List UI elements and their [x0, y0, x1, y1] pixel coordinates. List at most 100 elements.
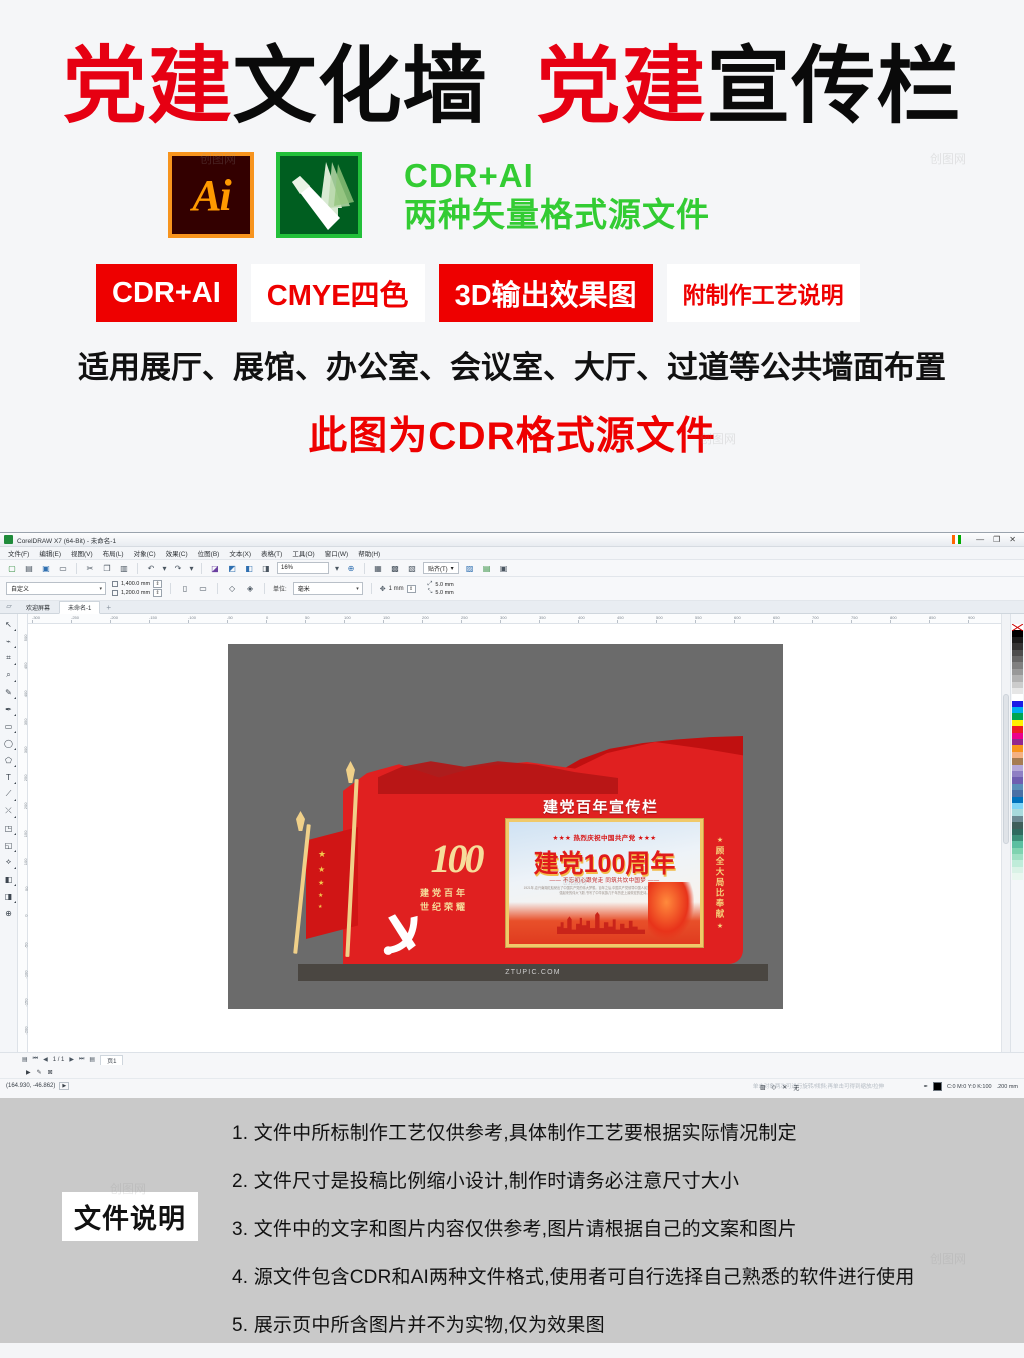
options-icon[interactable]: ▨: [464, 562, 476, 574]
freehand-tool-icon[interactable]: ✎: [2, 685, 16, 699]
add-tab-button[interactable]: +: [100, 603, 117, 612]
redo-icon[interactable]: ↷: [172, 562, 184, 574]
menu-file[interactable]: 文件(F): [8, 548, 29, 558]
save-document-icon[interactable]: ▣: [40, 562, 52, 574]
menu-object[interactable]: 对象(C): [134, 548, 156, 558]
rectangle-tool-icon[interactable]: ▭: [2, 719, 16, 733]
color-swatch[interactable]: [1012, 873, 1023, 880]
width-stepper-icon[interactable]: ⇕: [153, 580, 163, 588]
duplicate-x-row[interactable]: ⤢ 5.0 mm: [428, 581, 454, 588]
close-button[interactable]: ✕: [1009, 535, 1016, 544]
shape-tool-icon[interactable]: ⌁: [2, 634, 16, 648]
publish-pdf-icon[interactable]: ◧: [243, 562, 255, 574]
menu-bitmaps[interactable]: 位图(B): [198, 548, 220, 558]
paste-icon[interactable]: ▥: [118, 562, 130, 574]
menu-view[interactable]: 视图(V): [71, 548, 93, 558]
undo-icon[interactable]: ↶: [145, 562, 157, 574]
page-add-end-icon[interactable]: ▤: [89, 1056, 95, 1063]
print-icon[interactable]: ▭: [57, 562, 69, 574]
coordinate-expand-icon[interactable]: ▶: [59, 1081, 70, 1090]
ellipse-tool-icon[interactable]: ◯: [2, 736, 16, 750]
scrollbar-thumb[interactable]: [1003, 694, 1009, 844]
menu-text[interactable]: 文本(X): [229, 548, 251, 558]
export-icon[interactable]: ◩: [226, 562, 238, 574]
polygon-tool-icon[interactable]: ⬠: [2, 753, 16, 767]
vertical-ruler[interactable]: 500 450 400 350 300 250 200 150 100 50 0 -50 -100 -15…: [18, 614, 29, 1063]
previous-page-icon[interactable]: ◀: [43, 1056, 48, 1063]
artistic-media-tool-icon[interactable]: ✒: [2, 702, 16, 716]
page-preset-dropdown[interactable]: 自定义 ▾: [6, 582, 106, 595]
page-navigator[interactable]: ▤ ⏮ ◀ 1 / 1 ▶ ⏭ ▤ 页1: [0, 1053, 1024, 1066]
all-pages-icon[interactable]: ◇: [226, 583, 238, 595]
import-icon[interactable]: ◪: [209, 562, 221, 574]
page-add-icon[interactable]: ▤: [22, 1056, 28, 1063]
straight-line-connector-tool-icon[interactable]: ⤫: [2, 804, 16, 818]
drop-shadow-tool-icon[interactable]: ◳: [2, 821, 16, 835]
transparency-tool-icon[interactable]: ◱: [2, 838, 16, 852]
last-page-icon[interactable]: ⏭: [79, 1056, 84, 1063]
menu-help[interactable]: 帮助(H): [358, 548, 380, 558]
document-tab-bar[interactable]: ▱ 欢迎屏幕 未命名-1 +: [0, 600, 1024, 614]
restore-button[interactable]: ❐: [993, 535, 1000, 544]
standard-toolbar[interactable]: ▢ ▤ ▣ ▭ ✂ ❐ ▥ ↶ ▾ ↷ ▾ ◪ ◩ ◧ ◨ 16% ▾ ⊕ ▦ …: [0, 560, 1024, 577]
color-styles-icon[interactable]: ▣: [498, 562, 510, 574]
pick-tool-icon[interactable]: ↖: [2, 617, 16, 631]
drawing-canvas[interactable]: ★ ★ ★ ★ ★ 建党百年宣传栏 ★: [28, 624, 1001, 1062]
landscape-orientation-icon[interactable]: ▭: [197, 583, 209, 595]
tab-untitled-1[interactable]: 未命名-1: [59, 600, 101, 614]
next-page-icon[interactable]: ▶: [69, 1056, 74, 1063]
zoom-tool-icon[interactable]: ⌕: [2, 668, 16, 682]
minimize-button[interactable]: —: [976, 535, 984, 544]
open-document-icon[interactable]: ▤: [23, 562, 35, 574]
cut-icon[interactable]: ✂: [84, 562, 96, 574]
text-tool-icon[interactable]: T: [2, 770, 16, 784]
show-grid-icon[interactable]: ▩: [389, 562, 401, 574]
smart-fill-tool-icon[interactable]: ◨: [2, 889, 16, 903]
redo-dropdown-icon[interactable]: ▾: [189, 562, 194, 574]
show-rulers-icon[interactable]: ▦: [372, 562, 384, 574]
window-controls[interactable]: — ❐ ✕: [952, 535, 1020, 544]
zoom-dropdown-icon[interactable]: ▾: [334, 562, 340, 574]
menu-table[interactable]: 表格(T): [261, 548, 282, 558]
first-page-icon[interactable]: ⏮: [33, 1056, 38, 1063]
nudge-stepper-icon[interactable]: ⇕: [406, 584, 416, 593]
full-screen-preview-icon[interactable]: ⊕: [345, 562, 357, 574]
artwork-preview[interactable]: ★ ★ ★ ★ ★ 建党百年宣传栏 ★: [228, 644, 783, 1009]
copy-icon[interactable]: ❐: [101, 562, 113, 574]
tab-welcome-screen[interactable]: 欢迎屏幕: [17, 601, 59, 614]
duplicate-y-row[interactable]: ⤡ 5.0 mm: [428, 589, 454, 596]
nudge-distance[interactable]: ✥ 1 mm ⇕: [380, 584, 416, 593]
property-bar[interactable]: 自定义 ▾ 1,400.0 mm ⇕ 1,200.0 mm ⇕ ▯ ▭ ◇ ◈ …: [0, 577, 1024, 601]
color-palette[interactable]: [1010, 614, 1024, 1062]
color-eyedropper-tool-icon[interactable]: ⟡: [2, 855, 16, 869]
interactive-fill-tool-icon[interactable]: ◧: [2, 872, 16, 886]
snap-to-dropdown[interactable]: 贴齐(T) ▾: [423, 562, 459, 574]
toolbox[interactable]: ↖ ⌁ ⌗ ⌕ ✎ ✒ ▭ ◯ ⬠ T ⟋ ⤫ ◳ ◱ ⟡ ◧ ◨ ⊕: [0, 614, 18, 1062]
application-launcher-icon[interactable]: ◨: [260, 562, 272, 574]
menu-edit[interactable]: 编辑(E): [39, 548, 61, 558]
height-stepper-icon[interactable]: ⇕: [153, 589, 163, 597]
swatch-no-color[interactable]: [1012, 624, 1023, 631]
crop-tool-icon[interactable]: ⌗: [2, 651, 16, 665]
undo-dropdown-icon[interactable]: ▾: [162, 562, 167, 574]
portrait-orientation-icon[interactable]: ▯: [179, 583, 191, 595]
show-guidelines-icon[interactable]: ▧: [406, 562, 418, 574]
vertical-scrollbar[interactable]: [1001, 614, 1010, 1062]
menu-bar[interactable]: 文件(F) 编辑(E) 视图(V) 布局(L) 对象(C) 效果(C) 位图(B…: [0, 547, 1024, 560]
horizontal-ruler[interactable]: -300 -250 -200 -150 -100 -50 0 50 100 150 200 250 30…: [28, 614, 1001, 624]
parallel-dimension-tool-icon[interactable]: ⟋: [2, 787, 16, 801]
add-page-icon[interactable]: ⊕: [2, 906, 16, 920]
page-height-row[interactable]: 1,200.0 mm ⇕: [112, 589, 163, 597]
units-dropdown[interactable]: 毫米 ▾: [292, 582, 363, 595]
poster-panel[interactable]: ★★★ 热烈庆祝中国共产党 ★★★ 建党100周年 —— 不忘初心跟党走 同筑共…: [505, 818, 704, 948]
page-width-row[interactable]: 1,400.0 mm ⇕: [112, 580, 163, 588]
zoom-level-input[interactable]: 16%: [277, 562, 329, 574]
new-document-icon[interactable]: ▢: [6, 562, 18, 574]
menu-tools[interactable]: 工具(O): [292, 548, 314, 558]
menu-window[interactable]: 窗口(W): [325, 548, 348, 558]
document-properties-icon[interactable]: ▤: [481, 562, 493, 574]
current-page-icon[interactable]: ◈: [244, 583, 256, 595]
menu-layout[interactable]: 布局(L): [103, 548, 124, 558]
page-tab-1[interactable]: 页1: [100, 1054, 124, 1065]
menu-effects[interactable]: 效果(C): [166, 548, 188, 558]
